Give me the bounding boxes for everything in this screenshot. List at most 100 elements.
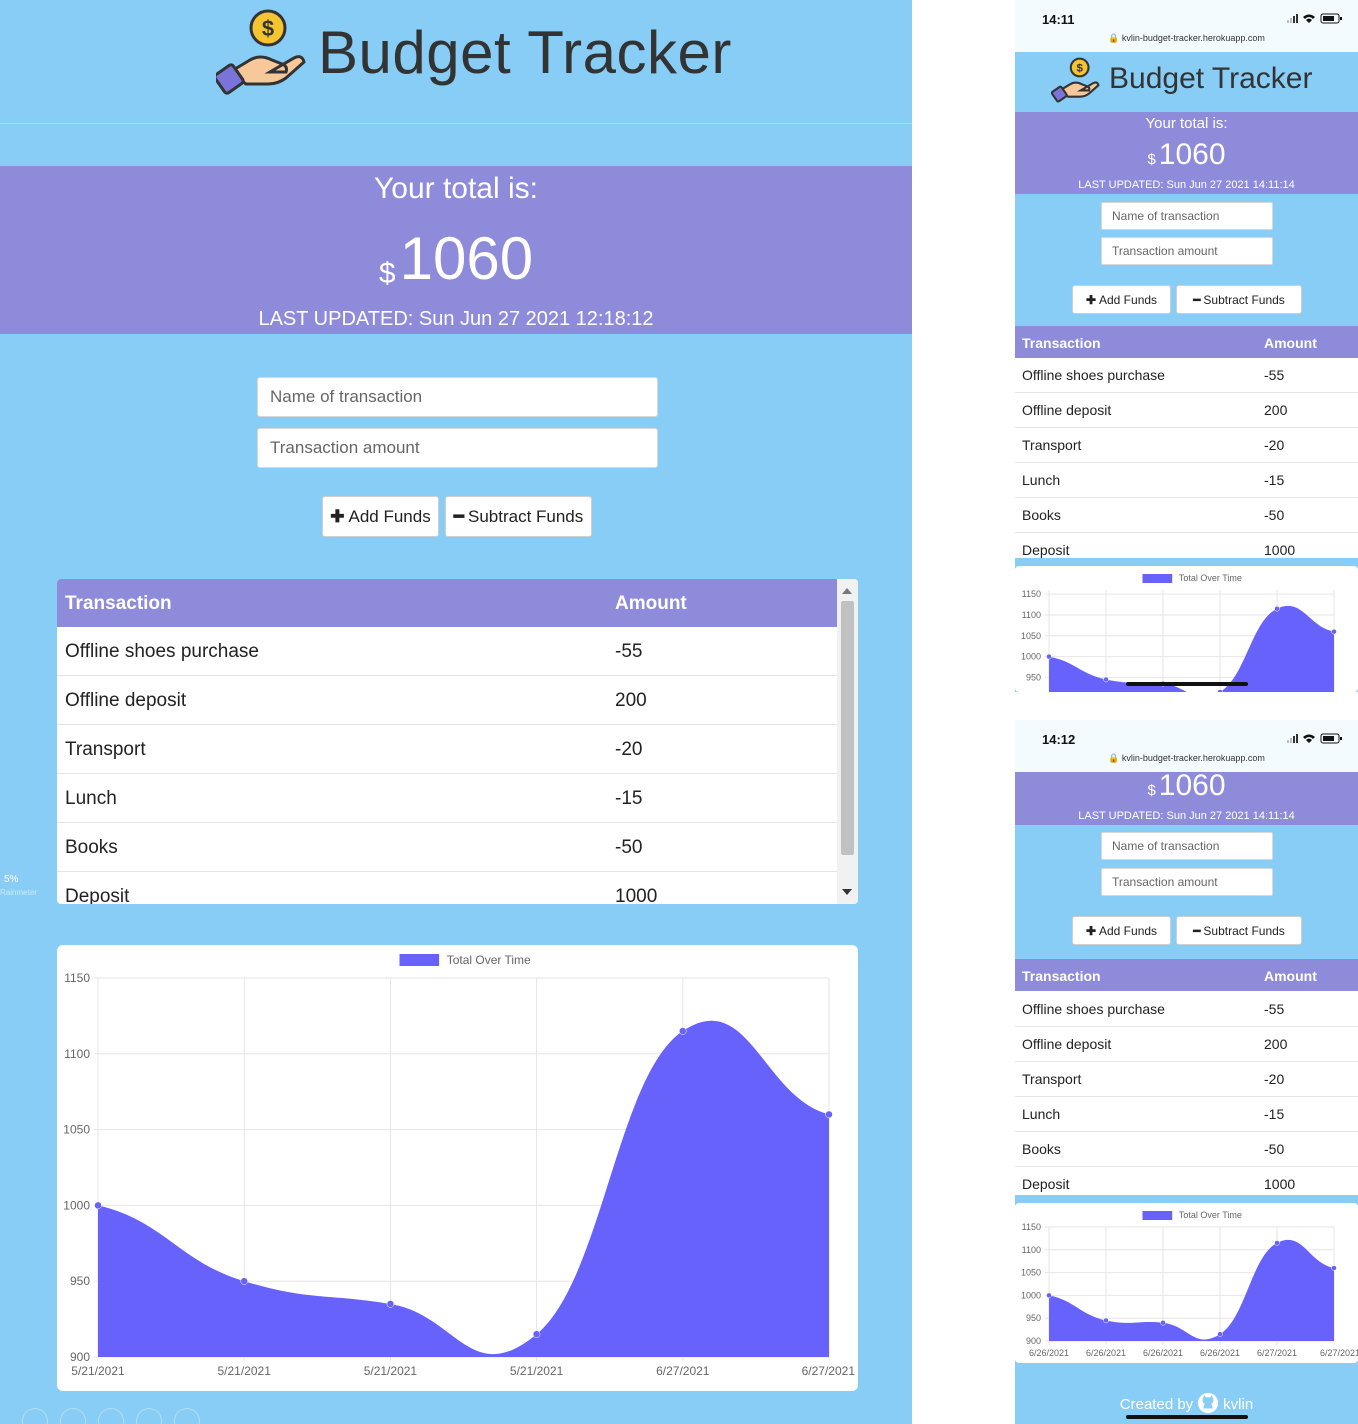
table-row: Transport -20 (1015, 428, 1358, 463)
subtract-funds-button[interactable]: ━ Subtract Funds (1176, 916, 1302, 945)
minus-icon: ━ (1193, 923, 1201, 938)
more-icon[interactable] (174, 1408, 200, 1424)
x-tick-label: 5/21/2021 (218, 1364, 272, 1378)
footer-prefix: Created by (1119, 1396, 1194, 1413)
total-band: Your total is: $1060 LAST UPDATED: Sun J… (0, 166, 912, 334)
url-text: kvlin-budget-tracker.herokuapp.com (1121, 753, 1265, 763)
row-name: Offline deposit (1022, 402, 1112, 418)
scroll-down-icon[interactable] (842, 889, 852, 895)
total-amount: 1060 (1158, 138, 1226, 171)
subtract-funds-label: Subtract Funds (467, 506, 584, 526)
legend-label: Total Over Time (447, 953, 531, 967)
page-title: Budget Tracker (318, 19, 732, 86)
transactions-table: Transaction Amount Offline shoes purchase… (1015, 326, 1358, 558)
data-point (1160, 1320, 1166, 1326)
desktop-view: $ Budget Tracker Your total is: $1060 LA… (0, 0, 912, 1424)
x-tick-label: 6/26/2021 (1086, 1348, 1126, 1358)
series-area (1049, 606, 1334, 692)
add-funds-label: Add Funds (348, 506, 431, 526)
x-tick-label: 6/27/2021 (1257, 1348, 1297, 1358)
github-icon[interactable] (1197, 1392, 1219, 1414)
table-row: Books -50 (57, 823, 837, 872)
total-value: $1060 (1015, 138, 1358, 172)
table-row: Deposit 1000 (1015, 533, 1358, 558)
signal-wifi-battery-icon (1287, 13, 1342, 24)
header-transaction: Transaction (65, 593, 172, 614)
x-tick-label: 5/21/2021 (71, 1364, 125, 1378)
total-band: $1060 LAST UPDATED: Sun Jun 27 2021 14:1… (1015, 769, 1358, 825)
transaction-amount-input[interactable] (1101, 868, 1273, 896)
y-tick-label: 1050 (63, 1123, 90, 1137)
y-tick-label: 1100 (1022, 1245, 1041, 1255)
subtract-funds-button[interactable]: ━ Subtract Funds (1176, 285, 1302, 314)
chart-svg: 950 1000 1050 1100 1150 Total Over Time (1021, 573, 1337, 692)
plus-icon: ✚ (330, 506, 345, 526)
row-amount: -15 (615, 788, 643, 809)
transaction-name-input[interactable] (257, 377, 658, 417)
pen-icon[interactable] (22, 1408, 48, 1424)
chart-svg: 900 950 1000 1050 1100 1150 6/26/2021 6/26/2021… (1021, 1210, 1358, 1358)
data-point (94, 1201, 102, 1210)
table-row: Transport -20 (57, 725, 837, 774)
page-title: Budget Tracker (1109, 62, 1313, 95)
data-point (1331, 1265, 1337, 1271)
data-point (1217, 1331, 1223, 1337)
url-bar[interactable]: 🔒 kvlin-budget-tracker.herokuapp.com (1015, 33, 1358, 44)
row-amount: -50 (1264, 507, 1285, 523)
status-bar: 14:12 🔒 kvlin-budget-tracker.herokuapp.c… (1015, 720, 1358, 772)
data-point (1103, 676, 1109, 683)
transaction-amount-input[interactable] (1101, 237, 1273, 265)
home-indicator (1126, 682, 1248, 686)
row-name: Lunch (65, 788, 117, 809)
lock-icon: 🔒 (1108, 33, 1120, 43)
data-point (825, 1110, 833, 1119)
table-scrollbar[interactable] (837, 579, 858, 904)
row-amount: 200 (1264, 1036, 1288, 1052)
header-transaction: Transaction (1022, 335, 1101, 351)
row-name: Offline shoes purchase (65, 641, 259, 662)
row-amount: 1000 (615, 886, 658, 904)
transaction-amount-input[interactable] (257, 428, 658, 468)
url-bar[interactable]: 🔒 kvlin-budget-tracker.herokuapp.com (1015, 753, 1358, 764)
table-header: Transaction Amount (1015, 959, 1358, 991)
legend-label: Total Over Time (1179, 573, 1242, 583)
total-value: $1060 (1015, 769, 1358, 803)
x-tick-label: 6/27/2021 (1320, 1348, 1358, 1358)
footer-author[interactable]: kvlin (1223, 1396, 1253, 1413)
legend-swatch (399, 954, 440, 966)
table-row: Offline deposit 200 (57, 676, 837, 725)
minus-icon: ━ (1193, 292, 1201, 307)
total-over-time-chart: 900 950 1000 1050 1100 1150 5/21/2021 5/21/2021… (57, 945, 858, 1391)
monitor-icon[interactable] (136, 1408, 162, 1424)
phone-view-1: 14:11 🔒 kvlin-budget-tracker.herokuapp.c… (1015, 0, 1358, 692)
y-tick-label: 950 (70, 1274, 90, 1288)
row-name: Offline deposit (1022, 1036, 1112, 1052)
subtract-funds-label: Subtract Funds (1203, 923, 1285, 938)
subtract-funds-button[interactable]: ━ Subtract Funds (445, 496, 592, 537)
currency-symbol: $ (378, 257, 396, 290)
row-amount: 200 (1264, 402, 1288, 418)
footer: Created by kvlin (1015, 1392, 1358, 1414)
add-funds-button[interactable]: ✚ Add Funds (1072, 285, 1171, 314)
row-amount: -55 (1264, 1001, 1285, 1017)
row-name: Books (1022, 1141, 1061, 1157)
row-name: Offline shoes purchase (1022, 1001, 1165, 1017)
last-updated: LAST UPDATED: Sun Jun 27 2021 14:11:14 (1078, 179, 1295, 191)
header-amount: Amount (1264, 968, 1317, 984)
scroll-up-icon[interactable] (842, 588, 852, 594)
last-updated: LAST UPDATED: Sun Jun 27 2021 12:18:12 (258, 308, 654, 330)
header-amount: Amount (615, 593, 687, 614)
window-icon[interactable] (60, 1408, 86, 1424)
transaction-name-input[interactable] (1101, 832, 1273, 860)
check-icon[interactable] (98, 1408, 124, 1424)
header-amount: Amount (1264, 335, 1317, 351)
subtract-funds-label: Subtract Funds (1203, 292, 1285, 307)
add-funds-button[interactable]: ✚ Add Funds (1072, 916, 1171, 945)
x-tick-label: 5/21/2021 (510, 1364, 564, 1378)
table-row: Deposit 1000 (1015, 1167, 1358, 1195)
clock: 14:12 (1042, 732, 1076, 747)
transaction-name-input[interactable] (1101, 202, 1273, 230)
add-funds-button[interactable]: ✚ Add Funds (322, 496, 439, 537)
scrollbar-thumb[interactable] (841, 601, 854, 855)
taskbar-shortcuts (0, 1404, 220, 1424)
